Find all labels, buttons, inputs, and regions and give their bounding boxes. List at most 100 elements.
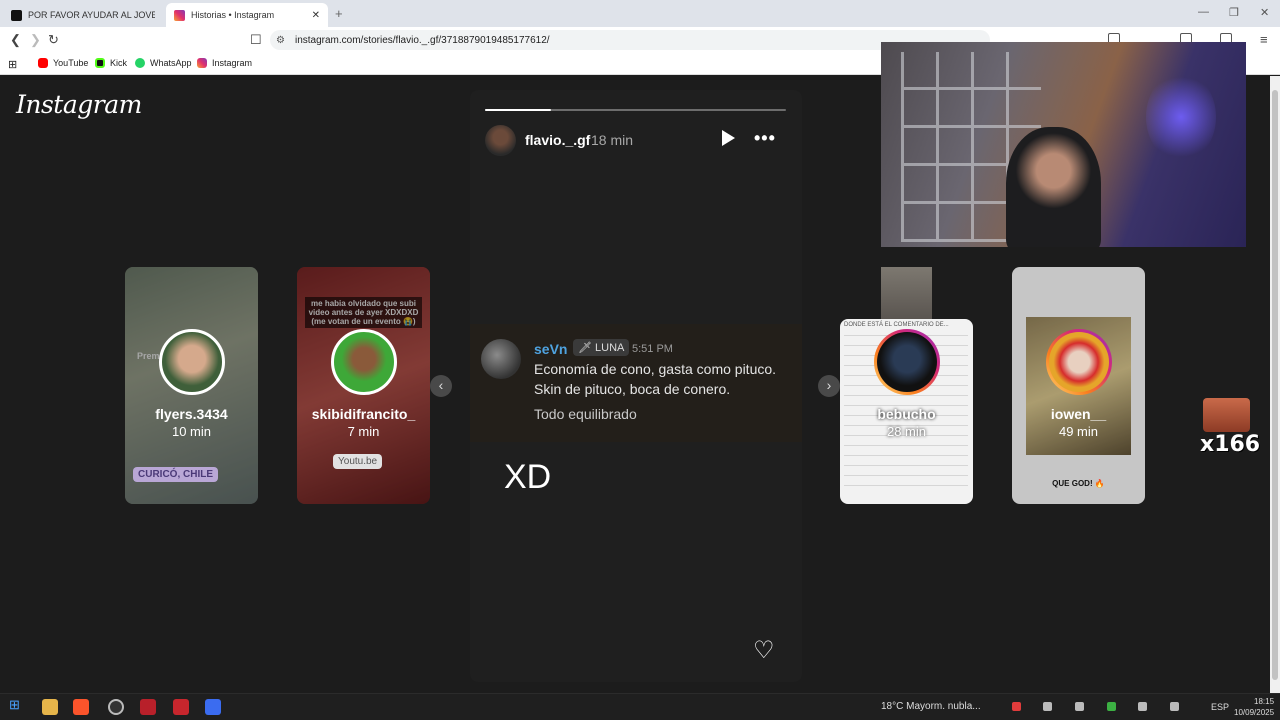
tab-kick-stream[interactable]: POR FAVOR AYUDAR AL JOVEN SI AL [3,3,163,27]
browser-tab-bar: POR FAVOR AYUDAR AL JOVEN SI AL Historia… [0,0,1280,27]
story-preview-skibidifrancito[interactable]: me habia olvidado que subi video antes d… [297,267,430,504]
close-tab-icon[interactable]: ✕ [312,10,320,21]
apps-grid-icon[interactable]: ⊞ [8,58,17,71]
discord-message-line: Skin de pituco, boca de conero. [534,381,731,397]
bookmark-instagram[interactable]: Instagram [197,58,252,68]
story-time: 49 min [1058,424,1099,439]
url-text: instagram.com/stories/flavio._.gf/371887… [294,34,550,46]
menu-icon[interactable]: ≡ [1260,32,1268,47]
clock-date: 10/09/2025 [1234,708,1275,717]
weather-widget[interactable]: 18°C Mayorm. nubla... [881,701,981,712]
whatsapp-icon [135,58,145,68]
forward-icon[interactable]: ❯ [30,32,41,48]
sword-icon: 🗡 [578,342,596,354]
story-progress-bar [485,109,786,111]
youtube-icon [38,58,48,68]
tab-instagram[interactable]: Historias • Instagram ✕ [166,3,328,27]
site-settings-icon[interactable]: ⚙ [276,35,285,46]
story-username: flyers.3434 [155,406,228,422]
avatar [481,339,521,379]
more-options-icon[interactable]: ••• [754,128,776,149]
tab-title: Historias • Instagram [191,10,275,20]
emote-combo-count: x166 [1200,432,1261,457]
bookmark-label: Kick [110,58,128,68]
tab-title: POR FAVOR AYUDAR AL JOVEN SI AL [28,10,155,20]
story-preview-iowen[interactable]: iowen__ 49 min QUE GOD! 🔥 [1012,267,1145,504]
ambient-light [1146,72,1216,162]
restore-icon[interactable]: ❐ [1229,6,1239,19]
story-preview-top-image [881,267,932,319]
app-icon[interactable] [205,699,221,715]
avatar [1046,329,1112,395]
windows-taskbar: ⊞ 18°C Mayorm. nubla... ESP 18:15 10/09/… [0,693,1280,720]
emote-image [1203,398,1250,432]
obs-icon[interactable] [108,699,124,715]
windows-start-icon[interactable]: ⊞ [9,697,25,713]
story-username: bebucho [877,406,936,422]
tiktok-icon [11,9,22,21]
tray-icon[interactable] [1075,702,1084,711]
app-icon[interactable] [140,699,156,715]
story-username[interactable]: flavio._.gf [525,132,590,148]
tray-icon[interactable] [1138,702,1147,711]
story-username: iowen__ [1050,406,1107,422]
story-time: 18 min [591,132,634,148]
link-sticker: Youtu.be [333,454,383,469]
tray-icon[interactable] [1043,702,1052,711]
tray-icon[interactable] [1107,702,1116,711]
volume-icon[interactable] [1170,702,1179,711]
bookmark-label: WhatsApp [150,58,192,68]
bookmark-icon[interactable]: ☐ [250,32,262,48]
back-icon[interactable]: ❮ [10,32,21,48]
brave-browser-icon[interactable] [73,699,89,715]
bookmark-label: Instagram [212,58,253,68]
instagram-icon [174,9,185,21]
discord-role-tag: 🗡 LUNA [573,339,630,356]
active-story[interactable]: flavio._.gf 18 min ••• seVn 🗡 LUNA 5:51 … [470,90,802,682]
page-scrollbar[interactable] [1270,76,1280,693]
new-tab-button[interactable]: + [335,6,343,21]
avatar[interactable] [485,125,516,156]
story-time: 28 min [886,424,927,439]
avatar [331,329,397,395]
discord-message-line: Todo equilibrado [534,406,637,422]
minimize-icon[interactable]: — [1198,6,1209,18]
app-icon[interactable] [173,699,189,715]
discord-message-screenshot: seVn 🗡 LUNA 5:51 PM Economía de cono, ga… [470,324,802,442]
story-caption: QUE GOD! 🔥 [1052,479,1105,488]
bookmark-whatsapp[interactable]: WhatsApp [135,58,192,68]
story-time: 7 min [347,424,380,439]
bookmark-youtube[interactable]: YouTube [38,58,88,68]
role-tag-label: LUNA [595,342,625,354]
instagram-logo[interactable]: Instagram [16,90,142,119]
avatar [874,329,940,395]
webcam-overlay [881,42,1246,247]
avatar [159,329,225,395]
bookmark-label: YouTube [53,58,89,68]
discord-username: seVn [534,341,568,357]
clock-time: 18:15 [1254,697,1275,706]
story-progress-fill [485,109,552,111]
story-caption: XD [504,458,552,496]
like-heart-icon[interactable]: ♡ [753,636,775,665]
location-sticker: CURICÓ, CHILE [133,467,218,482]
scrollbar-thumb[interactable] [1272,90,1278,680]
story-preview-flyers[interactable]: Prem flyers.3434 10 min CURICÓ, CHILE [125,267,258,504]
next-story-button[interactable]: › [818,375,840,397]
instagram-icon [197,58,207,68]
play-icon[interactable] [722,130,735,146]
story-username: skibidifrancito_ [311,406,416,422]
story-caption: DONDE ESTÁ EL COMENTARIO DE... [844,322,949,328]
streamer-figure [1006,127,1101,247]
tray-icon[interactable] [1012,702,1021,711]
story-time: 10 min [171,424,212,439]
clock[interactable]: 18:15 10/09/2025 [1234,696,1274,718]
story-preview-bebucho[interactable]: DONDE ESTÁ EL COMENTARIO DE... bebucho 2… [840,319,973,504]
close-window-icon[interactable]: ✕ [1260,6,1269,19]
discord-message-line: Economía de cono, gasta como pituco. [534,361,777,377]
file-explorer-icon[interactable] [42,699,58,715]
reload-icon[interactable]: ↻ [48,32,59,48]
input-language[interactable]: ESP [1211,702,1229,712]
previous-story-button[interactable]: ‹ [430,375,452,397]
bookmark-kick[interactable]: Kick [95,58,127,68]
